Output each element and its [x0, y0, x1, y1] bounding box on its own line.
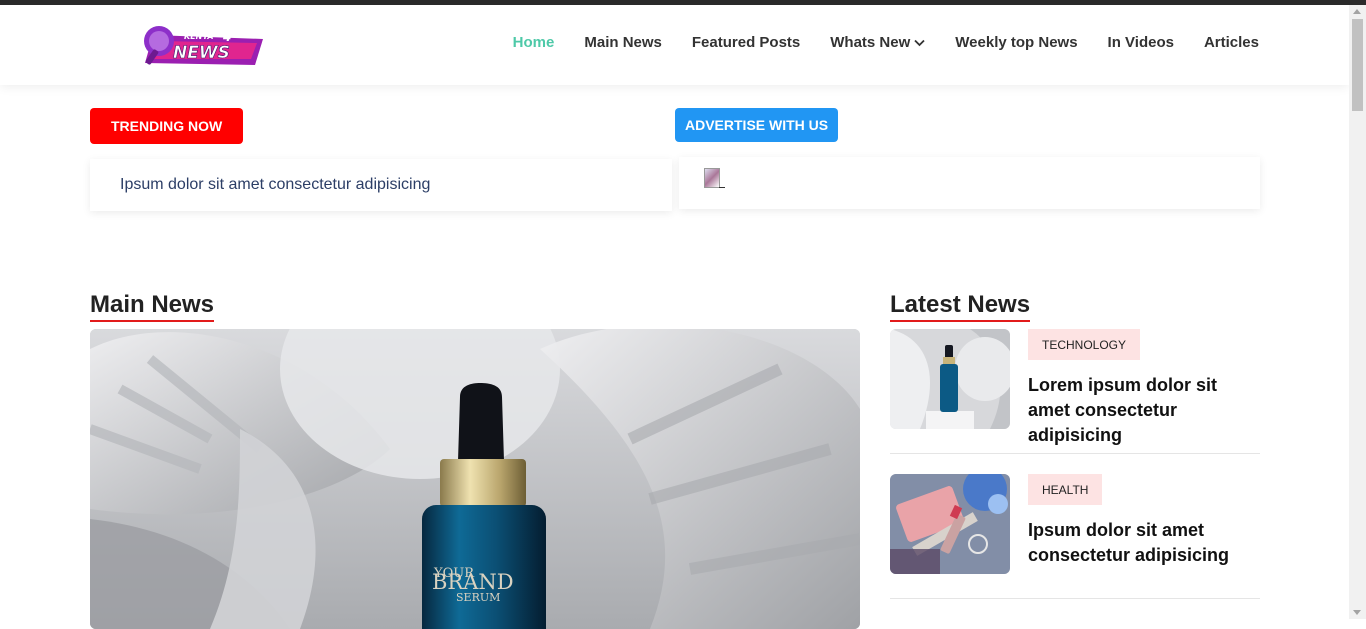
nav-featured-posts[interactable]: Featured Posts [692, 34, 800, 51]
nav-home[interactable]: Home [513, 34, 555, 51]
trending-now-badge: Trending Now [90, 108, 244, 144]
trending-ticker: Ipsum dolor sit amet consectetur adipisi… [90, 159, 672, 211]
advertise-with-us-badge[interactable]: Advertise With Us [675, 108, 839, 142]
latest-news-item[interactable]: Health Ipsum dolor sit amet consectetur … [890, 474, 1260, 599]
scroll-down-icon[interactable] [1353, 610, 1361, 615]
category-tag[interactable]: Health [1028, 474, 1103, 505]
scroll-up-icon[interactable] [1353, 9, 1361, 14]
svg-text:4: 4 [222, 30, 231, 44]
latest-news-headline[interactable]: Ipsum dolor sit amet consectetur adipisi… [1028, 518, 1260, 568]
latest-news-thumbnail[interactable] [890, 329, 1010, 429]
nav-articles[interactable]: Articles [1204, 34, 1259, 51]
nav-weekly-top-news[interactable]: Weekly top News [955, 34, 1077, 51]
chevron-down-icon [914, 39, 925, 46]
advert-link-underline [719, 187, 725, 188]
serum-thumbnail-image [890, 329, 1010, 429]
cosmetics-thumbnail-image [890, 474, 1010, 574]
latest-news-item[interactable]: Technology Lorem ipsum dolor sit amet co… [890, 329, 1260, 454]
main-nav: Home Main News Featured Posts Whats New … [513, 34, 1259, 51]
nav-main-news[interactable]: Main News [584, 34, 662, 51]
hero-brand-line3: SERUM [456, 591, 500, 604]
site-header: KENYA 4 NEWS Home Main News Featured Pos… [0, 5, 1349, 85]
advert-box[interactable] [679, 157, 1260, 209]
broken-image-icon [704, 168, 720, 188]
scrollbar-thumb[interactable] [1352, 19, 1363, 111]
nav-in-videos[interactable]: In Videos [1108, 34, 1174, 51]
main-news-hero-image[interactable]: YOUR BRAND SERUM [90, 329, 860, 629]
nav-whats-new[interactable]: Whats New [830, 34, 925, 51]
svg-text:KENYA: KENYA [184, 32, 214, 41]
hero-serum-illustration: YOUR BRAND SERUM [90, 329, 860, 629]
latest-news-headline[interactable]: Lorem ipsum dolor sit amet consectetur a… [1028, 373, 1260, 448]
latest-news-thumbnail[interactable] [890, 474, 1010, 574]
category-tag[interactable]: Technology [1028, 329, 1141, 360]
main-news-title: Main News [90, 291, 215, 322]
latest-news-title: Latest News [890, 291, 1031, 322]
page-scrollbar[interactable] [1349, 5, 1366, 619]
trending-headline[interactable]: Ipsum dolor sit amet consectetur adipisi… [120, 176, 430, 194]
site-logo[interactable]: KENYA 4 NEWS [137, 19, 265, 71]
svg-text:NEWS: NEWS [173, 43, 230, 63]
